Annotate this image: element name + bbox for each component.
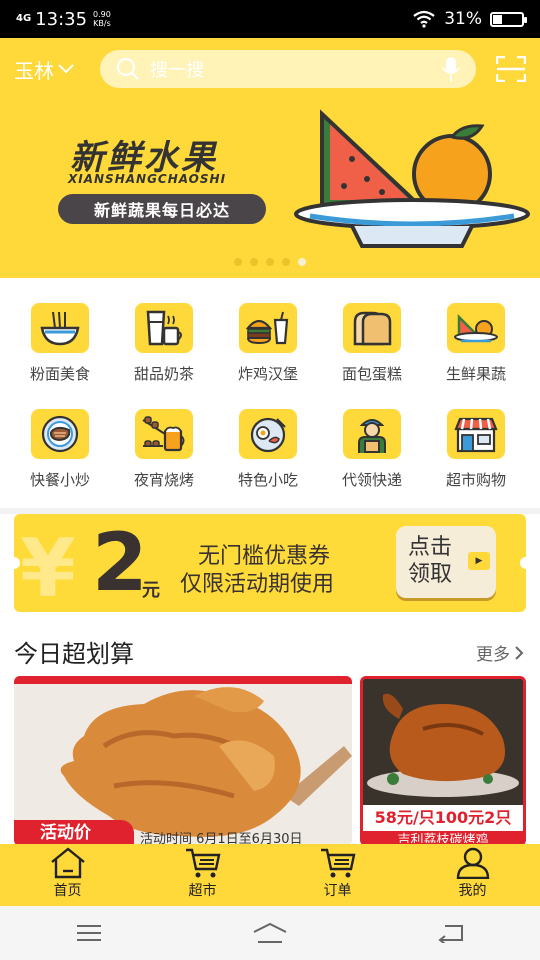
bread-icon: [343, 303, 401, 353]
category-label: 炸鸡汉堡: [237, 365, 298, 383]
banner-dot[interactable]: [282, 258, 290, 266]
bbq-beer-icon: [135, 409, 193, 459]
category-item[interactable]: 面包蛋糕: [318, 278, 426, 383]
noodle-bowl-icon: [31, 303, 89, 353]
system-nav-bar: [0, 906, 540, 960]
tab-orders[interactable]: 订单: [270, 844, 405, 906]
claim-button-label: 点击领取: [408, 535, 453, 587]
search-icon: [116, 57, 139, 80]
back-icon[interactable]: [437, 923, 465, 943]
category-label: 代领快递: [341, 471, 402, 489]
category-label: 特色小吃: [237, 471, 298, 489]
banner-slogan: 新鲜蔬果每日必达: [58, 194, 266, 224]
milk-tea-icon: [135, 303, 193, 353]
banner-subtitle: XIANSHANGCHAOSHI: [68, 172, 227, 186]
deal-price: 58元/只100元2只: [363, 805, 523, 831]
category-label: 生鲜果蔬: [445, 365, 506, 383]
banner-dot[interactable]: [234, 258, 242, 266]
category-label: 快餐小炒: [29, 471, 90, 489]
category-label: 超市购物: [445, 471, 506, 489]
coupon-notch: [520, 557, 526, 569]
category-label: 粉面美食: [29, 365, 90, 383]
fruit-plate-illustration: [294, 109, 530, 248]
battery-percent: 31%: [444, 9, 482, 29]
tab-label: 我的: [458, 883, 487, 899]
tab-label: 订单: [323, 883, 352, 899]
fruit-plate-icon: [447, 303, 505, 353]
banner-dot[interactable]: [266, 258, 274, 266]
banner-pagination: [0, 258, 540, 266]
search-bar[interactable]: 搜一搜: [100, 50, 476, 88]
menu-icon[interactable]: [75, 923, 103, 943]
home-icon: [50, 847, 85, 879]
category-item[interactable]: 代领快递: [318, 384, 426, 489]
tab-supermarket[interactable]: 超市: [135, 844, 270, 906]
banner-dot[interactable]: [250, 258, 258, 266]
section-title: 今日超划算: [14, 640, 134, 668]
category-item[interactable]: 超市购物: [422, 384, 530, 489]
category-item[interactable]: 夜宵烧烤: [110, 384, 218, 489]
scan-icon[interactable]: [496, 56, 526, 82]
burger-icon: [239, 303, 297, 353]
category-item[interactable]: 生鲜果蔬: [422, 278, 530, 383]
category-label: 夜宵烧烤: [133, 471, 194, 489]
bottom-tab-bar: 首页 超市 订单 我的: [0, 844, 540, 906]
cart-icon: [320, 848, 355, 878]
cart-icon: [185, 848, 220, 878]
yen-watermark: ¥: [20, 522, 76, 612]
chevron-down-icon: [58, 64, 74, 74]
roast-chicken-image: [363, 679, 523, 805]
promo-banner[interactable]: 新鲜水果 XIANSHANGCHAOSHI 新鲜蔬果每日必达: [0, 100, 540, 278]
wifi-icon: [413, 10, 435, 28]
city-selector[interactable]: 玉林: [14, 55, 100, 84]
more-label: 更多: [476, 645, 510, 665]
deal-card[interactable]: 58元/只100元2只 吉利荔枝碳烤鸡: [360, 676, 526, 846]
category-item[interactable]: 炸鸡汉堡: [214, 278, 322, 383]
tab-label: 首页: [53, 883, 82, 899]
home-nav-icon[interactable]: [252, 922, 288, 944]
promo-price-tag: 活动价: [14, 820, 134, 846]
category-item[interactable]: 特色小吃: [214, 384, 322, 489]
steak-plate-icon: [31, 409, 89, 459]
banner-dot-active[interactable]: [298, 258, 306, 266]
city-name: 玉林: [14, 58, 54, 83]
network-speed: 0.90 KB/s: [93, 10, 111, 28]
snack-plate-icon: [239, 409, 297, 459]
arrow-right-icon: ▶: [468, 552, 490, 570]
category-label: 甜品奶茶: [133, 365, 194, 383]
tab-label: 超市: [188, 883, 217, 899]
coupon-card[interactable]: ¥ 2 元 无门槛优惠券 仅限活动期使用 点击领取 ▶: [14, 514, 526, 612]
category-grid: 粉面美食 甜品奶茶 炸鸡汉堡 面包蛋糕 生鲜果蔬 快餐小炒 夜宵烧烤 特色小吃 …: [0, 278, 540, 508]
status-bar: 4G 13:35 0.90 KB/s 31%: [0, 0, 540, 38]
category-item[interactable]: 快餐小炒: [6, 384, 114, 489]
more-link[interactable]: 更多: [476, 640, 524, 665]
coupon-unit: 元: [142, 580, 160, 601]
tab-profile[interactable]: 我的: [405, 844, 540, 906]
deal-card[interactable]: 活动价 活动时间 6月1日至6月30日: [14, 676, 352, 846]
courier-icon: [343, 409, 401, 459]
microphone-icon[interactable]: [442, 56, 460, 82]
store-icon: [447, 409, 505, 459]
coupon-line2: 仅限活动期使用: [180, 572, 335, 597]
chevron-right-icon: [515, 645, 524, 660]
clock: 13:35: [35, 8, 88, 30]
battery-level: [493, 14, 502, 24]
category-label: 面包蛋糕: [341, 365, 402, 383]
tab-home[interactable]: 首页: [0, 844, 135, 906]
coupon-amount: 2: [92, 516, 148, 609]
battery-icon: [490, 11, 527, 27]
app-header: 玉林 搜一搜: [0, 38, 540, 100]
search-input[interactable]: 搜一搜: [150, 56, 442, 82]
claim-coupon-button[interactable]: 点击领取 ▶: [396, 526, 496, 598]
category-item[interactable]: 粉面美食: [6, 278, 114, 383]
category-item[interactable]: 甜品奶茶: [110, 278, 218, 383]
person-icon: [456, 847, 489, 879]
network-indicator: 4G: [16, 13, 32, 24]
